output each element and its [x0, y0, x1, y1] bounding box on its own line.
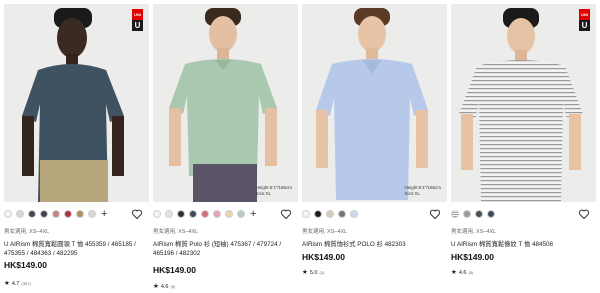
logo-top: UNI — [132, 9, 143, 20]
product-price: HK$149.00 — [302, 252, 346, 262]
star-icon: ★ — [302, 268, 308, 276]
product-card[interactable]: Height:6'1"/186cm Size:XL + 男女適用, XS–4XL… — [153, 4, 298, 290]
more-colors-plus-icon[interactable]: + — [101, 208, 107, 220]
logo-bottom: U — [132, 20, 143, 31]
gender-size-label: 男女適用, XS–4XL — [4, 229, 50, 235]
color-swatch[interactable] — [201, 210, 209, 218]
model-height-note: Height:6'1"/186cm Size:XL — [405, 185, 441, 196]
gender-size-label: 男女適用, XS–4XL — [302, 229, 348, 235]
color-swatch[interactable] — [451, 210, 459, 218]
product-image[interactable]: Height:6'1"/186cm Size:XL — [302, 4, 447, 202]
review-count: (2) — [319, 270, 325, 275]
favorite-heart-icon[interactable] — [429, 207, 441, 220]
color-swatches — [302, 208, 362, 220]
product-price: HK$149.00 — [451, 252, 495, 262]
model-photo — [153, 4, 298, 202]
product-price: HK$149.00 — [4, 260, 48, 270]
color-swatch[interactable] — [463, 210, 471, 218]
color-swatch[interactable] — [302, 210, 310, 218]
color-swatch[interactable] — [76, 210, 84, 218]
color-swatch[interactable] — [165, 210, 173, 218]
brand-logo: UNI U — [579, 9, 590, 31]
product-card[interactable]: Height:6'1"/186cm Size:XL 男女適用, XS–4XL A… — [302, 4, 447, 290]
color-swatch[interactable] — [52, 210, 60, 218]
star-icon: ★ — [4, 279, 10, 287]
review-count: (5) — [170, 284, 176, 289]
brand-logo: UNI U — [132, 9, 143, 31]
rating: ★ 4.6 (5) — [451, 268, 473, 276]
color-swatch[interactable] — [88, 210, 96, 218]
star-icon: ★ — [451, 268, 457, 276]
rating-score: 5.0 — [309, 270, 318, 276]
model-size: Size:XL — [255, 190, 272, 196]
favorite-heart-icon[interactable] — [280, 207, 292, 220]
gender-size-label: 男女適用, XS–4XL — [451, 229, 497, 235]
color-swatch[interactable] — [189, 210, 197, 218]
color-swatch[interactable] — [4, 210, 12, 218]
star-icon: ★ — [153, 282, 159, 290]
model-height-note: Height:6'1"/186cm Size:XL — [256, 185, 292, 196]
color-swatch[interactable] — [16, 210, 24, 218]
review-count: (5) — [468, 270, 474, 275]
product-card[interactable]: UNI U 男女適用, XS–4XL U AIRism 棉質寬鬆條紋 T 恤 4… — [451, 4, 596, 290]
color-swatch[interactable] — [350, 210, 358, 218]
rating: ★ 4.6 (5) — [153, 282, 175, 290]
color-swatch[interactable] — [225, 210, 233, 218]
color-swatches: + — [153, 208, 256, 220]
product-image[interactable]: Height:6'1"/186cm Size:XL — [153, 4, 298, 202]
product-name[interactable]: AIRism 棉質恤衫式 POLO 衫 482303 — [302, 240, 442, 249]
color-swatch[interactable] — [487, 210, 495, 218]
rating: ★ 4.7 (307) — [4, 279, 31, 287]
rating-score: 4.7 — [11, 281, 20, 287]
color-swatch[interactable] — [326, 210, 334, 218]
color-swatch[interactable] — [314, 210, 322, 218]
more-colors-plus-icon[interactable]: + — [250, 208, 256, 220]
logo-bottom: U — [579, 20, 590, 31]
product-name[interactable]: U AIRism 棉質寬鬆圓領 T 恤 455359 / 465185 / 47… — [4, 240, 144, 258]
rating-score: 4.6 — [160, 284, 169, 290]
color-swatches — [451, 208, 499, 220]
product-image[interactable]: UNI U — [4, 4, 149, 202]
model-height: Height:6'1"/186cm — [404, 185, 441, 190]
product-price: HK$149.00 — [153, 265, 197, 275]
rating: ★ 5.0 (2) — [302, 268, 324, 276]
model-height: Height:6'1"/186cm — [255, 185, 292, 190]
color-swatch[interactable] — [153, 210, 161, 218]
color-swatch[interactable] — [237, 210, 245, 218]
product-name[interactable]: AIRism 棉質 Polo 衫 (短袖) 475367 / 479724 / … — [153, 240, 293, 258]
color-swatch[interactable] — [28, 210, 36, 218]
logo-top: UNI — [579, 9, 590, 20]
color-swatch[interactable] — [177, 210, 185, 218]
favorite-heart-icon[interactable] — [578, 207, 590, 220]
color-swatch[interactable] — [213, 210, 221, 218]
color-swatch[interactable] — [64, 210, 72, 218]
gender-size-label: 男女適用, XS–4XL — [153, 229, 199, 235]
rating-score: 4.6 — [458, 270, 467, 276]
review-count: (307) — [21, 281, 31, 286]
color-swatch[interactable] — [40, 210, 48, 218]
product-image[interactable]: UNI U — [451, 4, 596, 202]
model-photo — [302, 4, 447, 202]
model-photo — [4, 4, 149, 202]
model-photo — [451, 4, 596, 202]
color-swatches: + — [4, 208, 107, 220]
favorite-heart-icon[interactable] — [131, 207, 143, 220]
product-name[interactable]: U AIRism 棉質寬鬆條紋 T 恤 484508 — [451, 240, 591, 249]
color-swatch[interactable] — [475, 210, 483, 218]
model-size: Size:XL — [404, 190, 421, 196]
product-card[interactable]: UNI U + 男女適用, XS–4XL U AIRism 棉質寬鬆圓領 T 恤… — [4, 4, 149, 290]
color-swatch[interactable] — [338, 210, 346, 218]
product-grid: UNI U + 男女適用, XS–4XL U AIRism 棉質寬鬆圓領 T 恤… — [4, 4, 596, 290]
